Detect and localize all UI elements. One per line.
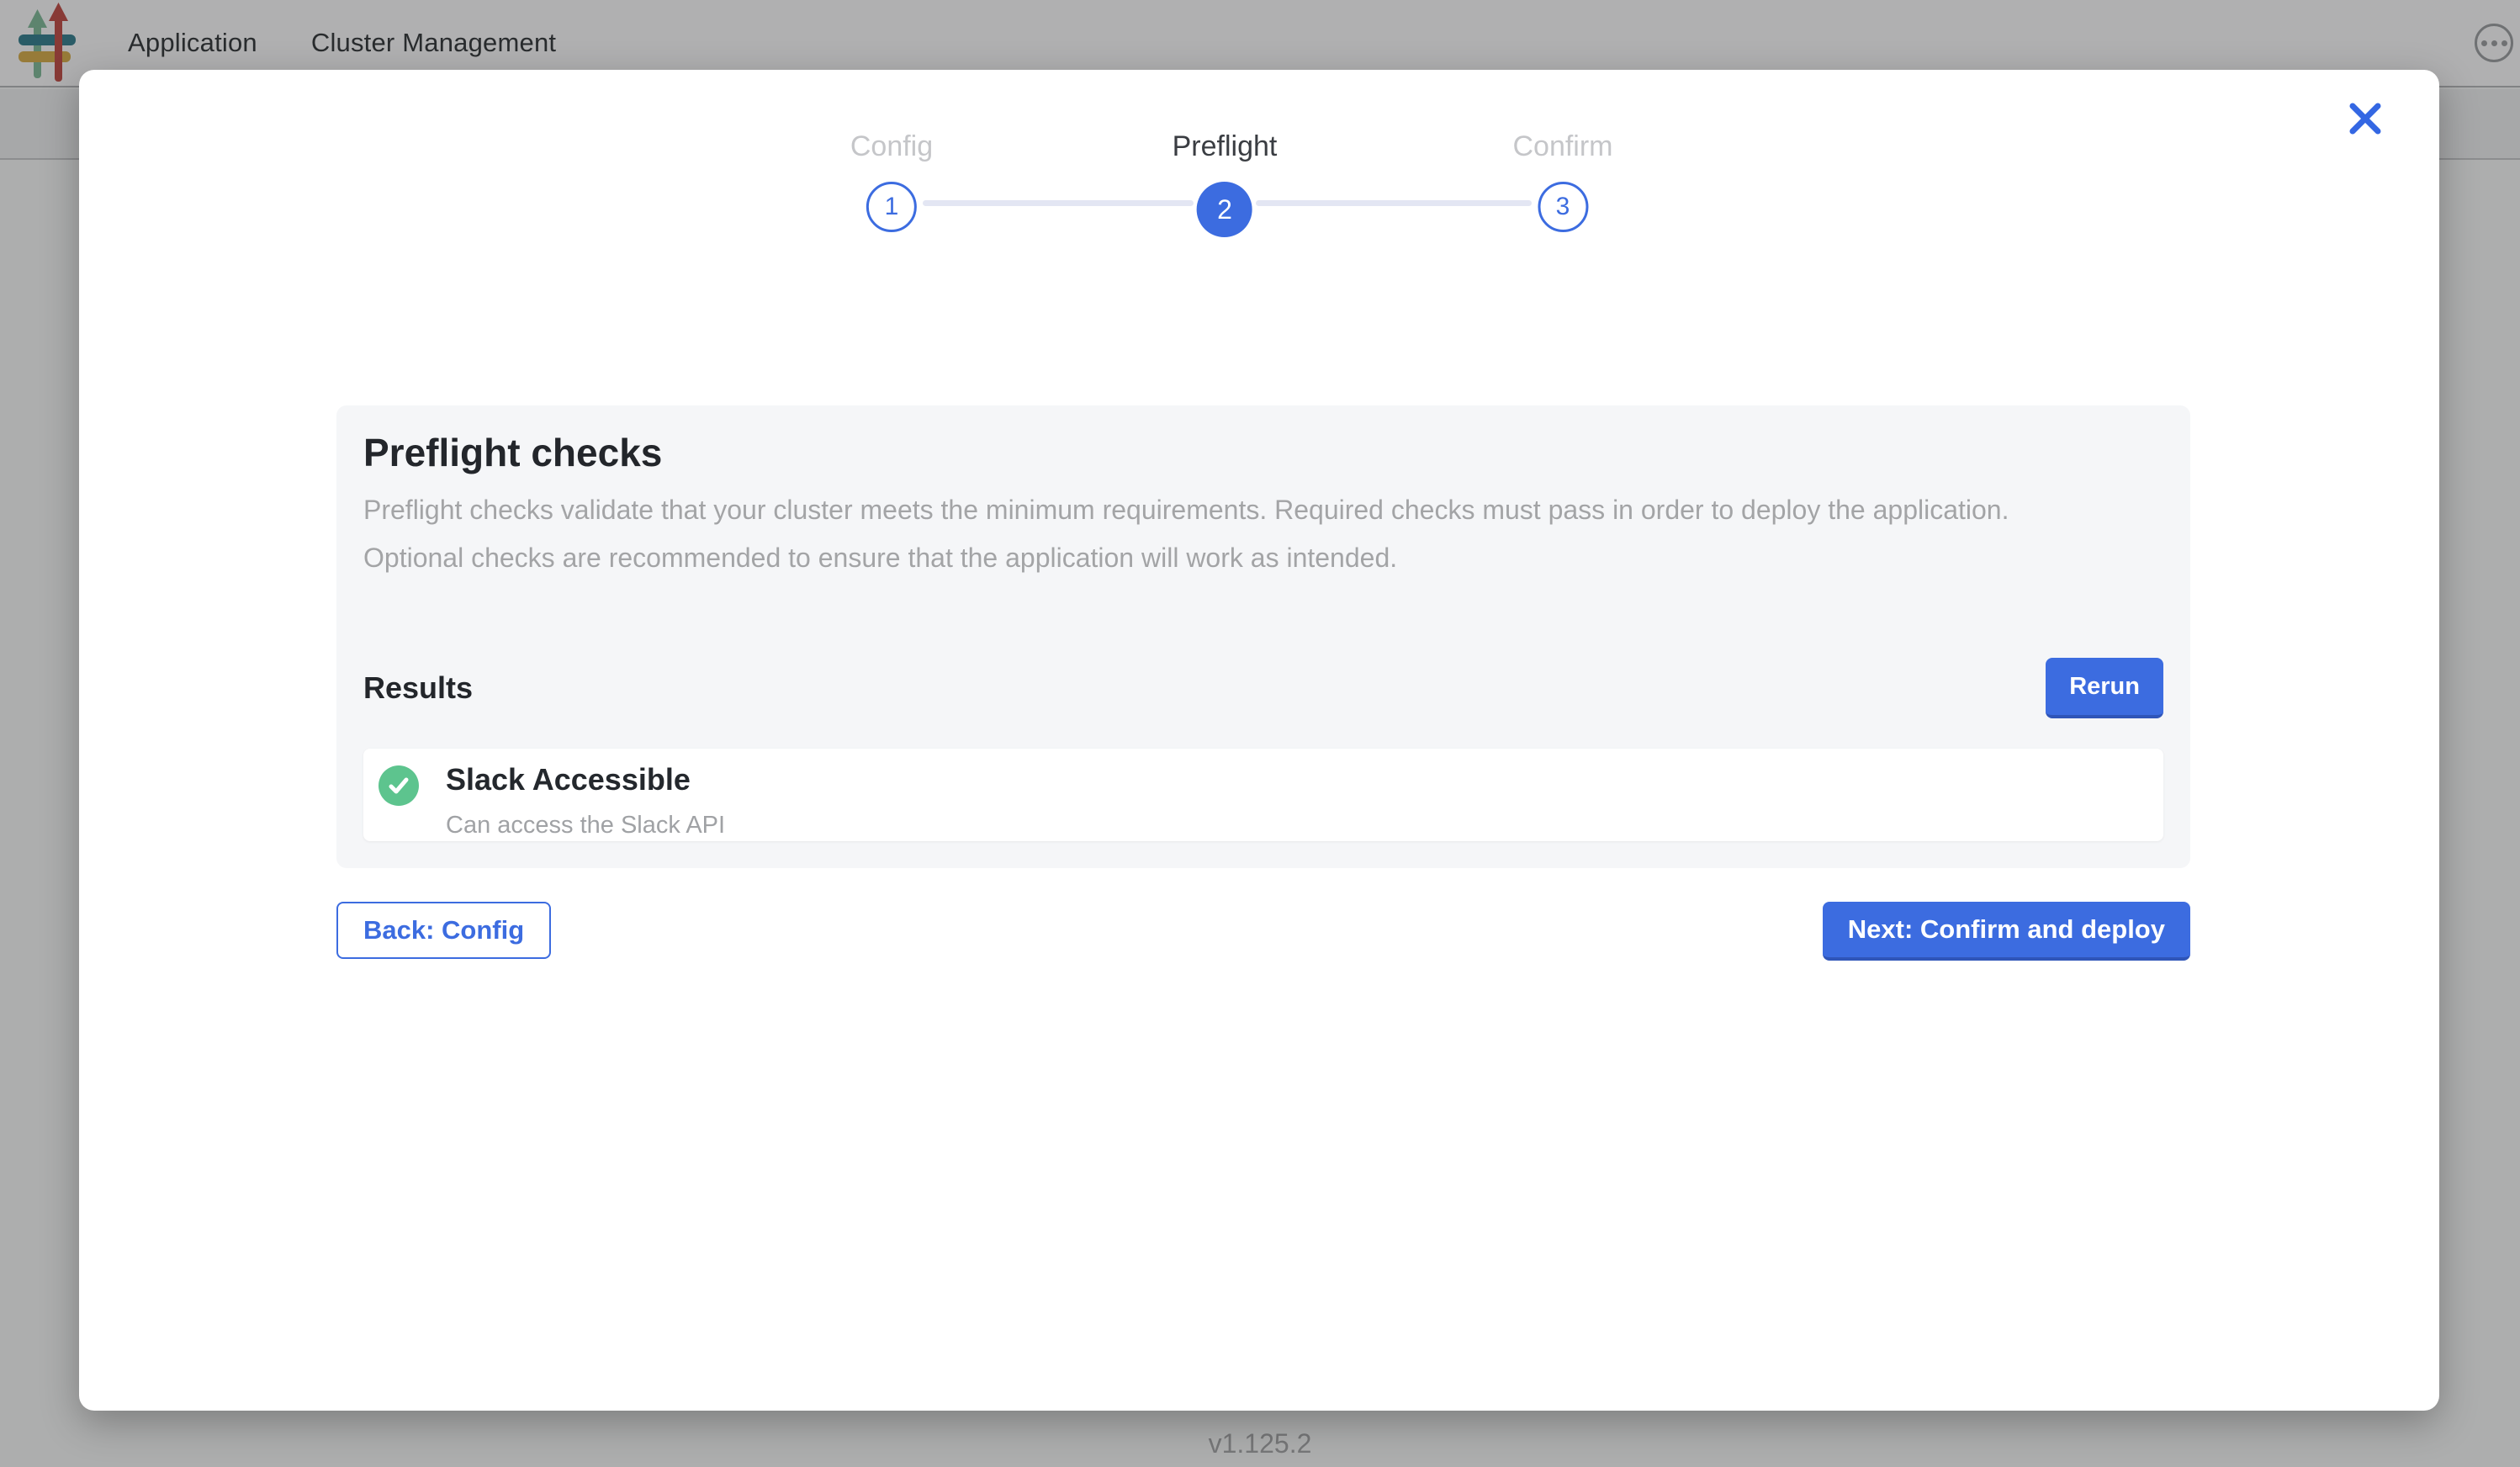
check-detail: Can access the Slack API	[446, 811, 725, 839]
deploy-stepper: Config 1 Preflight 2 Confirm 3	[79, 70, 2439, 263]
step-label: Confirm	[1512, 130, 1612, 163]
preflight-modal: Config 1 Preflight 2 Confirm 3 Preflight…	[79, 70, 2439, 1411]
card-title: Preflight checks	[363, 429, 2163, 476]
results-bar: Results Rerun	[363, 658, 2163, 718]
step-connector	[923, 200, 1194, 206]
step-config[interactable]: Config 1	[850, 130, 933, 232]
step-circle: 2	[1197, 182, 1252, 237]
check-circle-icon	[379, 765, 419, 806]
back-config-button[interactable]: Back: Config	[336, 902, 551, 959]
card-description: Preflight checks validate that your clus…	[363, 486, 2071, 582]
step-preflight[interactable]: Preflight 2	[1173, 130, 1278, 237]
step-circle: 3	[1538, 182, 1588, 232]
check-title: Slack Accessible	[446, 762, 725, 797]
results-title: Results	[363, 670, 473, 706]
step-connector	[1256, 200, 1532, 206]
step-label: Preflight	[1173, 130, 1278, 163]
check-text: Slack Accessible Can access the Slack AP…	[446, 762, 725, 839]
preflight-checks-card: Preflight checks Preflight checks valida…	[336, 405, 2190, 868]
next-confirm-deploy-button[interactable]: Next: Confirm and deploy	[1823, 902, 2190, 961]
step-confirm[interactable]: Confirm 3	[1512, 130, 1612, 232]
preflight-result-row: Slack Accessible Can access the Slack AP…	[363, 749, 2163, 841]
step-circle: 1	[866, 182, 917, 232]
step-label: Config	[850, 130, 933, 163]
rerun-button[interactable]: Rerun	[2046, 658, 2163, 718]
